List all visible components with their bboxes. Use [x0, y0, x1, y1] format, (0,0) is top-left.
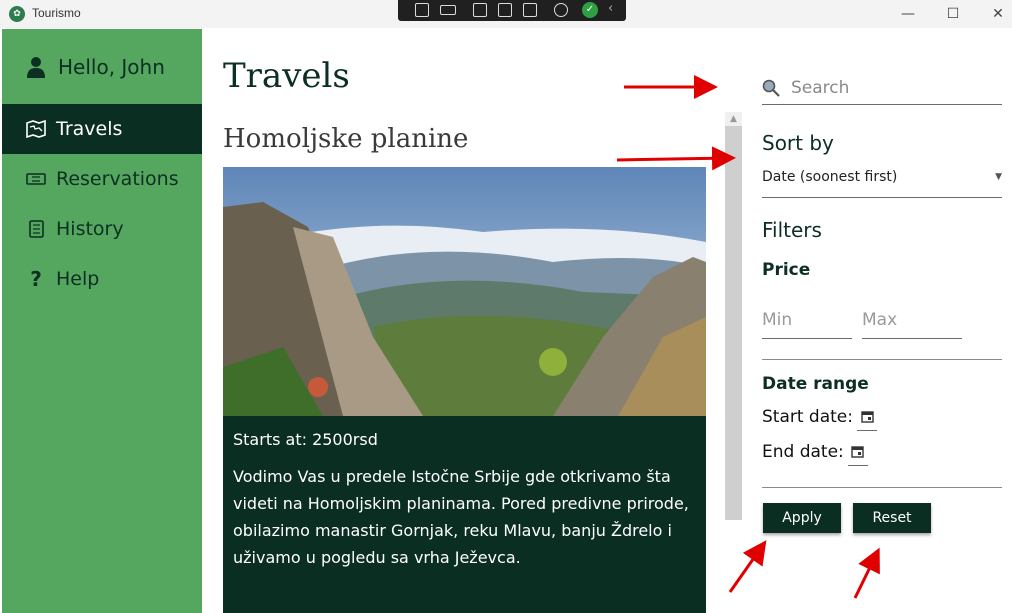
close-button[interactable]: ✕	[978, 3, 1012, 25]
start-date-row: Start date:	[762, 403, 877, 431]
user-icon	[27, 57, 45, 78]
end-date-picker[interactable]	[847, 438, 868, 466]
travel-list: Homoljske planine Starts at: 2500rsd Vod…	[223, 112, 743, 613]
sort-selected-value: Date (soonest first)	[762, 169, 898, 185]
chevron-down-icon: ▼	[995, 172, 1002, 182]
start-date-picker[interactable]	[857, 403, 877, 431]
map-icon	[26, 120, 46, 138]
scroll-up-arrow-icon[interactable]: ▲	[725, 112, 742, 126]
sidebar-item-label: Help	[56, 268, 100, 290]
price-heading: Price	[762, 260, 811, 280]
scroll-icon	[29, 220, 44, 238]
divider	[762, 487, 1002, 488]
pointer-select-icon[interactable]	[473, 3, 487, 17]
ticket-icon	[26, 173, 46, 185]
travel-image[interactable]	[223, 167, 706, 416]
divider	[762, 359, 1002, 360]
track-focus-icon[interactable]	[523, 3, 537, 17]
minimize-button[interactable]: —	[888, 3, 928, 25]
travel-title: Homoljske planine	[223, 124, 469, 154]
sidebar-item-help[interactable]: ? Help	[2, 254, 202, 304]
sidebar-item-label: History	[56, 218, 124, 240]
search-input[interactable]	[791, 78, 991, 98]
calendar-icon	[851, 446, 864, 458]
app-logo-icon: ✿	[9, 6, 25, 22]
sidebar-item-label: Reservations	[56, 168, 179, 190]
apply-button[interactable]: Apply	[763, 503, 841, 533]
date-range-heading: Date range	[762, 374, 869, 394]
check-icon[interactable]: ✓	[582, 2, 598, 18]
window-title: Tourismo	[32, 6, 81, 20]
filters-heading: Filters	[762, 218, 822, 242]
mountain-landscape-image	[223, 167, 706, 416]
sidebar-item-travels[interactable]: Travels	[2, 104, 202, 154]
search-icon	[762, 79, 780, 97]
travel-details: Starts at: 2500rsd Vodimo Vas u predele …	[223, 416, 706, 613]
user-greeting-label: Hello, John	[58, 55, 165, 79]
sort-select[interactable]: Date (soonest first) ▼	[762, 162, 1002, 198]
chevron-left-icon[interactable]: ‹	[608, 1, 613, 16]
select-element-icon[interactable]	[415, 3, 429, 17]
annotation-arrow	[853, 547, 880, 599]
question-icon: ?	[30, 267, 42, 291]
layout-adorner-icon[interactable]	[498, 3, 512, 17]
end-date-row: End date:	[762, 438, 868, 466]
title-bar: ✿ Tourismo ✓ ‹ — ☐ ✕	[0, 0, 1012, 28]
scrollbar[interactable]	[725, 112, 742, 520]
max-price-input[interactable]	[862, 310, 950, 330]
end-date-label: End date:	[762, 442, 844, 462]
video-icon[interactable]	[440, 5, 456, 15]
start-date-label: Start date:	[762, 407, 853, 427]
debug-toolbar: ✓ ‹	[398, 0, 626, 21]
travel-description: Vodimo Vas u predele Istočne Srbije gde …	[233, 467, 689, 567]
travel-price: Starts at: 2500rsd	[233, 430, 378, 449]
reset-button[interactable]: Reset	[853, 503, 931, 533]
app-window: ✿ Tourismo ✓ ‹ — ☐ ✕ Hello, John Travels…	[0, 0, 1012, 613]
page-title: Travels	[223, 56, 350, 96]
sidebar-item-history[interactable]: History	[2, 204, 202, 254]
sidebar-item-reservations[interactable]: Reservations	[2, 154, 202, 204]
user-greeting: Hello, John	[26, 53, 165, 81]
sidebar: Hello, John Travels Reservations History…	[2, 29, 202, 613]
calendar-icon	[860, 411, 874, 423]
max-price-field[interactable]	[862, 306, 962, 339]
min-price-input[interactable]	[762, 310, 850, 330]
sort-heading: Sort by	[762, 131, 834, 155]
min-price-field[interactable]	[762, 306, 852, 339]
search-box[interactable]	[762, 72, 1002, 105]
hot-reload-icon[interactable]	[554, 3, 568, 17]
maximize-button[interactable]: ☐	[933, 3, 973, 25]
sidebar-item-label: Travels	[56, 118, 123, 140]
